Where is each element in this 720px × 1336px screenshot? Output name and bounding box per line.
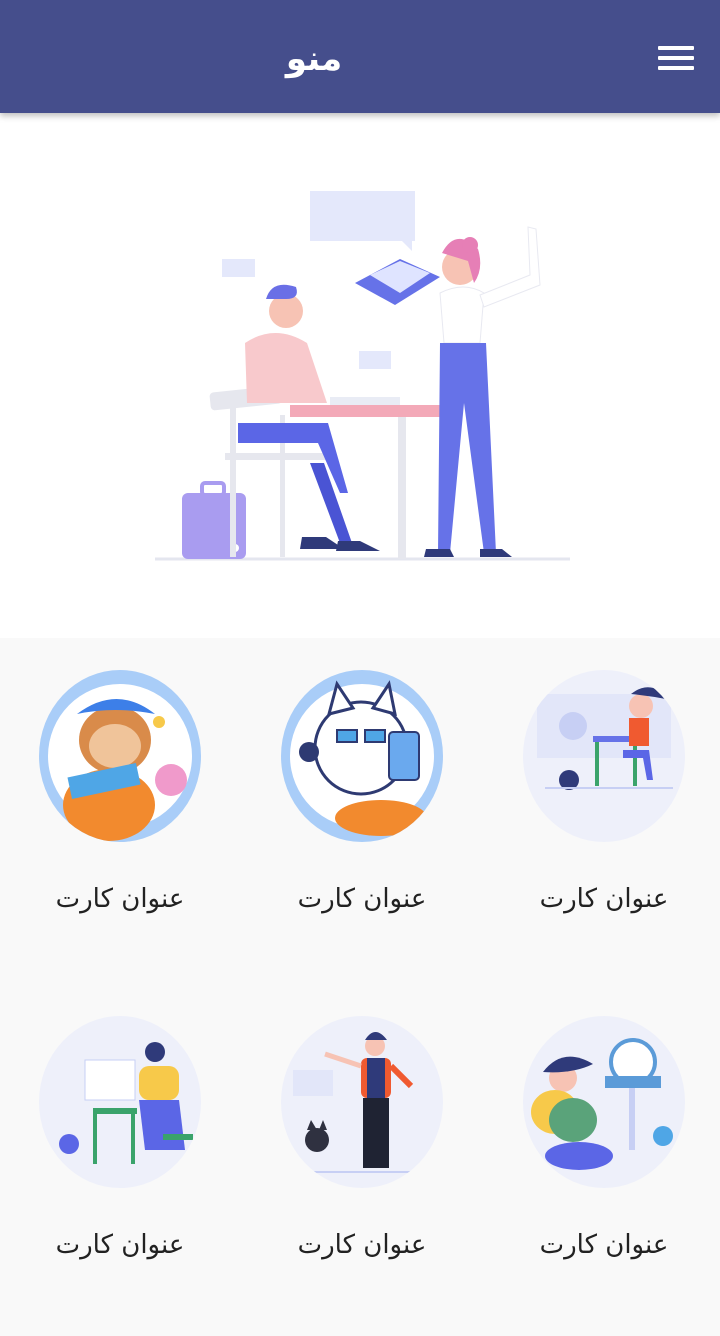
traveler-avatar-image (523, 1016, 685, 1188)
page-title: منو (285, 39, 343, 79)
card-grid: عنوان کارت عنوان کارت عنوان کارت عنوان ک… (0, 638, 720, 1336)
hamburger-menu-icon[interactable] (652, 42, 698, 72)
card-title: عنوان کارت (55, 884, 185, 914)
man-avatar-image (281, 1016, 443, 1188)
card-title: عنوان کارت (297, 1230, 427, 1260)
card-title: عنوان کارت (539, 884, 669, 914)
card-cat[interactable]: عنوان کارت (262, 638, 462, 928)
card-title: عنوان کارت (539, 1230, 669, 1260)
cat-avatar-image (281, 670, 443, 842)
sloth-avatar-image (39, 670, 201, 842)
card-traveler[interactable]: عنوان کارت (504, 984, 704, 1274)
card-title: عنوان کارت (297, 884, 427, 914)
teacher-student-illustration (155, 191, 570, 561)
card-man-with-cat[interactable]: عنوان کارت (262, 984, 462, 1274)
app-bar: منو (0, 0, 720, 113)
card-title: عنوان کارت (55, 1230, 185, 1260)
card-sloth[interactable]: عنوان کارت (20, 638, 220, 928)
desk-avatar-image (523, 670, 685, 842)
card-desk[interactable]: عنوان کارت (504, 638, 704, 928)
card-painter[interactable]: عنوان کارت (20, 984, 220, 1274)
hero-section (0, 113, 720, 638)
painter-avatar-image (39, 1016, 201, 1188)
